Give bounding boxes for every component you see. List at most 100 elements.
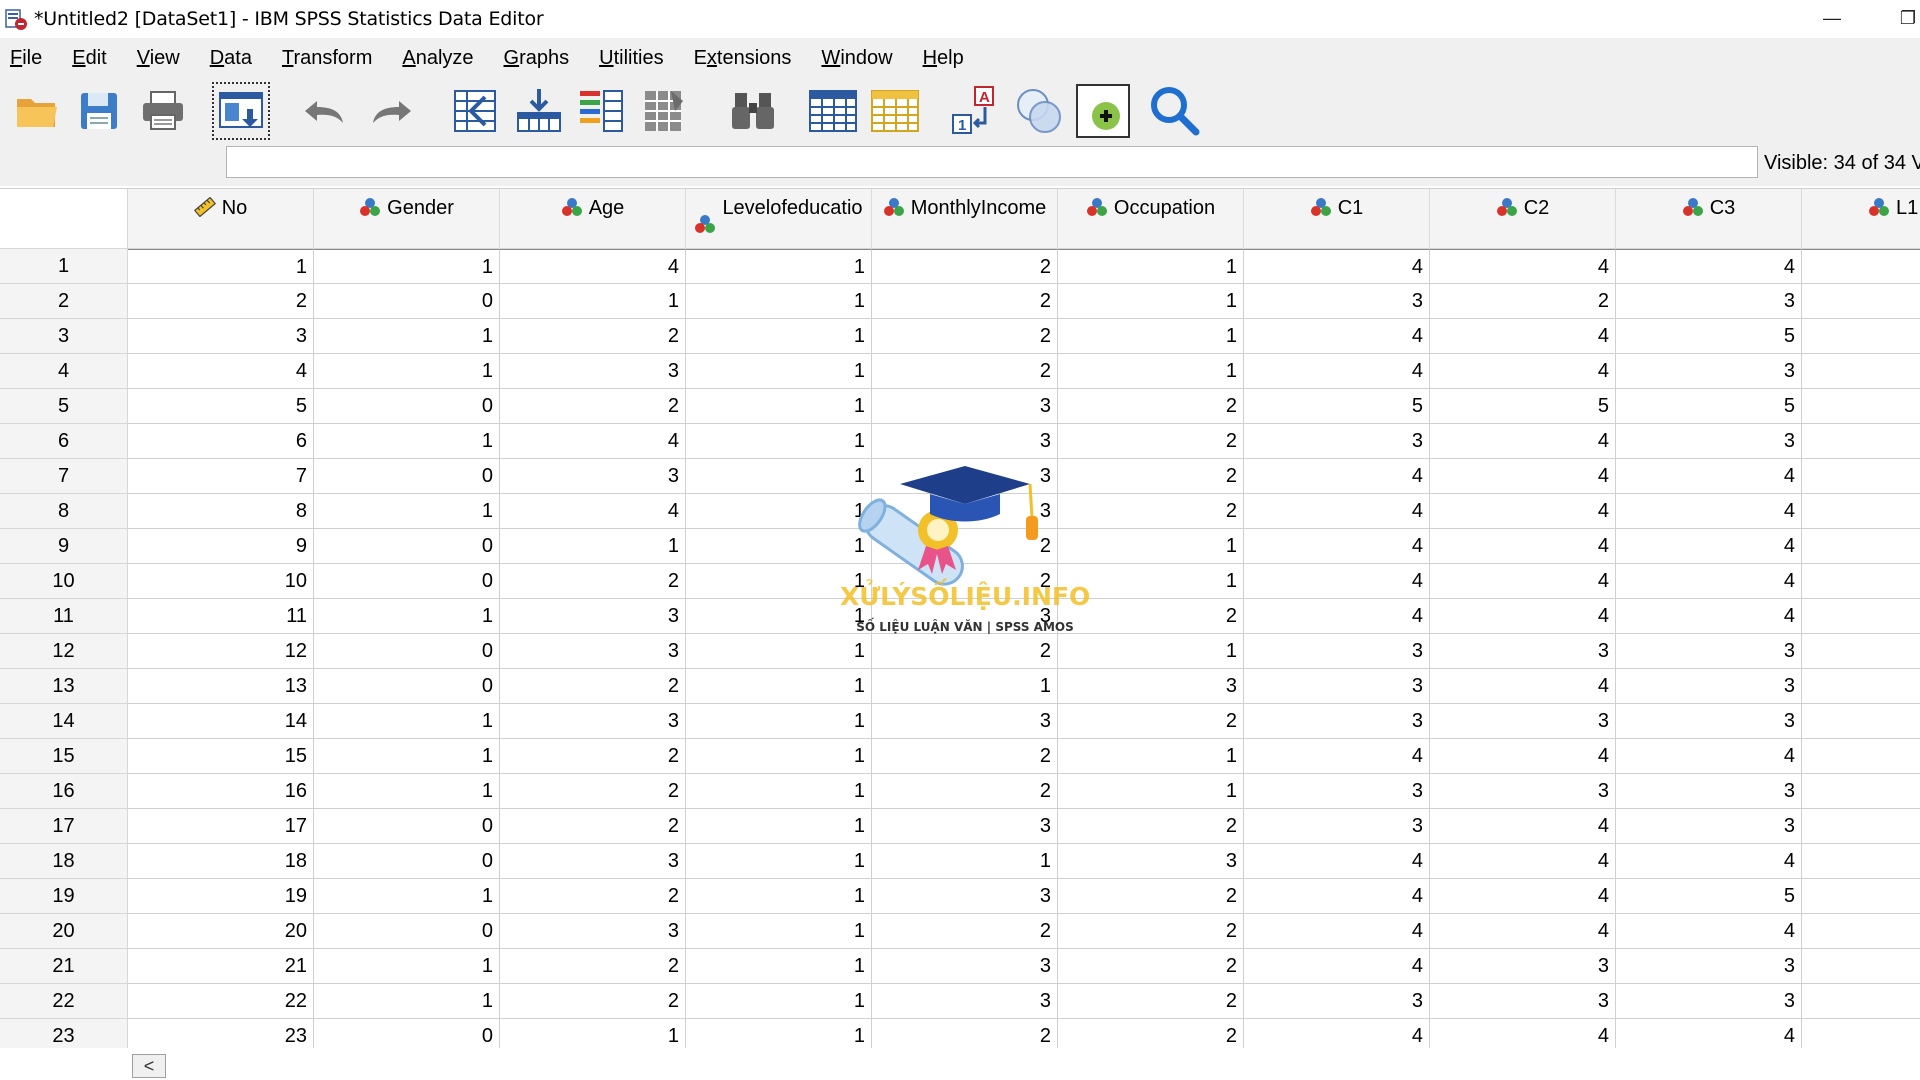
data-cell[interactable]: 11 [128,599,314,634]
data-cell[interactable]: 3 [500,704,686,739]
data-cell[interactable]: 1 [686,319,872,354]
data-cell[interactable]: 4 [128,354,314,389]
data-cell[interactable]: 3 [1244,809,1430,844]
data-cell[interactable]: 4 [1244,739,1430,774]
data-cell[interactable]: 3 [1616,354,1802,389]
data-cell[interactable]: 1 [314,984,500,1019]
data-cell[interactable]: 17 [128,809,314,844]
data-cell[interactable]: 2 [872,914,1058,949]
data-cell[interactable]: 4 [1616,459,1802,494]
data-cell[interactable]: 5 [128,389,314,424]
menu-data[interactable]: Data [210,47,252,70]
data-cell[interactable]: 1 [686,1019,872,1049]
restore-button[interactable]: ❐ [1880,0,1920,36]
data-cell[interactable]: 1 [314,354,500,389]
data-cell[interactable]: 0 [314,459,500,494]
data-cell[interactable]: 1 [1058,319,1244,354]
data-cell[interactable]: 4 [1616,844,1802,879]
data-cell[interactable]: 3 [1244,634,1430,669]
data-cell[interactable]: 1 [686,354,872,389]
data-cell[interactable]: 2 [500,319,686,354]
data-cell[interactable]: 0 [314,809,500,844]
data-cell[interactable] [1802,739,1920,774]
data-cell[interactable]: 19 [128,879,314,914]
data-cell[interactable]: 0 [314,284,500,319]
row-header[interactable]: 16 [0,774,128,809]
data-cell[interactable]: 1 [314,424,500,459]
data-cell[interactable]: 2 [1430,284,1616,319]
data-cell[interactable] [1802,774,1920,809]
data-cell[interactable]: 2 [500,774,686,809]
data-cell[interactable]: 4 [1616,1019,1802,1049]
data-cell[interactable]: 18 [128,844,314,879]
column-header-monthlyincome[interactable]: MonthlyIncome [872,189,1058,249]
data-cell[interactable]: 4 [1244,914,1430,949]
data-cell[interactable]: 3 [872,984,1058,1019]
data-cell[interactable]: 4 [1430,844,1616,879]
menu-view[interactable]: View [137,47,180,70]
column-header-occupation[interactable]: Occupation [1058,189,1244,249]
data-cell[interactable]: 1 [686,739,872,774]
goto-variable-icon[interactable] [512,84,566,138]
data-cell[interactable]: 3 [1430,984,1616,1019]
data-cell[interactable]: 1 [686,284,872,319]
data-cell[interactable]: 3 [872,949,1058,984]
data-cell[interactable]: 4 [1430,529,1616,564]
data-cell[interactable]: 4 [500,424,686,459]
data-cell[interactable]: 1 [1058,284,1244,319]
data-cell[interactable]: 4 [1430,809,1616,844]
data-cell[interactable]: 3 [872,599,1058,634]
data-cell[interactable]: 3 [1244,774,1430,809]
data-cell[interactable]: 3 [1244,424,1430,459]
data-cell[interactable]: 20 [128,914,314,949]
data-cell[interactable]: 3 [1616,774,1802,809]
data-cell[interactable]: 1 [1058,529,1244,564]
data-cell[interactable]: 3 [1616,634,1802,669]
insert-variable-icon[interactable] [868,84,922,138]
row-header[interactable]: 4 [0,354,128,389]
data-cell[interactable]: 2 [1058,984,1244,1019]
data-cell[interactable]: 0 [314,914,500,949]
data-cell[interactable]: 4 [1244,494,1430,529]
data-cell[interactable]: 4 [1244,319,1430,354]
data-cell[interactable]: 0 [314,669,500,704]
row-header[interactable]: 17 [0,809,128,844]
data-cell[interactable]: 4 [500,249,686,284]
data-cell[interactable]: 23 [128,1019,314,1049]
data-cell[interactable]: 2 [500,564,686,599]
data-cell[interactable]: 2 [500,389,686,424]
data-cell[interactable]: 1 [1058,774,1244,809]
data-cell[interactable] [1802,424,1920,459]
use-sets-icon[interactable] [1012,84,1066,138]
menu-help[interactable]: Help [923,47,964,70]
data-cell[interactable]: 1 [1058,739,1244,774]
data-cell[interactable]: 5 [1244,389,1430,424]
row-header[interactable]: 18 [0,844,128,879]
row-header[interactable]: 8 [0,494,128,529]
data-cell[interactable]: 2 [500,809,686,844]
data-cell[interactable]: 1 [1058,564,1244,599]
row-header[interactable]: 13 [0,669,128,704]
data-cell[interactable] [1802,389,1920,424]
data-cell[interactable]: 2 [1058,599,1244,634]
data-cell[interactable]: 1 [686,494,872,529]
menu-edit[interactable]: Edit [72,47,106,70]
data-cell[interactable]: 2 [872,1019,1058,1049]
row-header[interactable]: 20 [0,914,128,949]
data-cell[interactable]: 4 [1616,529,1802,564]
data-cell[interactable]: 9 [128,529,314,564]
run-descriptives-icon[interactable] [638,84,692,138]
data-cell[interactable]: 22 [128,984,314,1019]
column-header-l1[interactable]: L1 [1802,189,1920,249]
data-cell[interactable]: 3 [500,459,686,494]
data-cell[interactable]: 2 [872,529,1058,564]
data-cell[interactable]: 1 [500,529,686,564]
data-cell[interactable] [1802,564,1920,599]
column-header-gender[interactable]: Gender [314,189,500,249]
data-cell[interactable]: 1 [500,284,686,319]
data-cell[interactable] [1802,1019,1920,1049]
data-cell[interactable]: 1 [686,949,872,984]
row-header[interactable]: 7 [0,459,128,494]
data-cell[interactable]: 4 [1244,249,1430,284]
data-cell[interactable]: 8 [128,494,314,529]
